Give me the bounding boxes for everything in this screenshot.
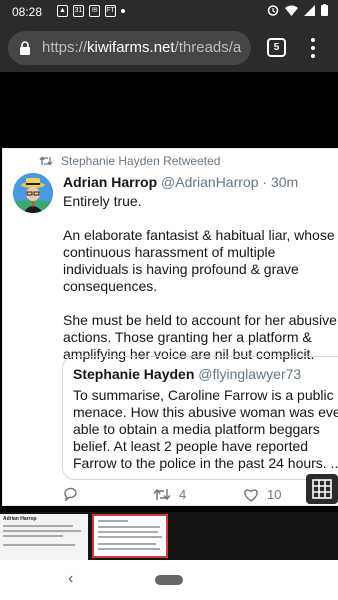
mail-notification-icon: ✉	[89, 5, 100, 17]
home-pill[interactable]	[155, 575, 183, 585]
retweet-icon	[39, 156, 53, 166]
calendar-notification-icon: 31	[73, 5, 84, 17]
tweet-time[interactable]: 30m	[271, 174, 298, 190]
quoted-line: belief. At least 2 people have reported	[73, 438, 309, 454]
like-count: 10	[267, 487, 282, 502]
quoted-line: To summarise, Caroline Farrow is a publi…	[73, 387, 334, 403]
quoted-author-handle: @flyinglawyer73	[198, 366, 302, 382]
author-name[interactable]: Adrian Harrop	[63, 174, 157, 190]
tweet-actions: 4 10	[63, 487, 333, 505]
like-button[interactable]: 10	[243, 487, 281, 502]
thumbnail-strip: Adrian Harrop	[0, 512, 338, 560]
alarm-icon	[267, 5, 279, 16]
image-notification-icon: ▲	[57, 5, 68, 17]
retweet-button[interactable]: 4	[153, 487, 186, 502]
ft-notification-icon: FT	[105, 5, 116, 17]
system-navigation-bar: ‹	[0, 560, 338, 600]
url-domain: kiwifarms.net	[87, 39, 175, 56]
thumbnail-profile-name: Adrian Harrop	[3, 516, 37, 522]
author-row: Adrian Harrop @AdrianHarrop · 30m	[63, 174, 298, 190]
more-notifications-dot-icon	[121, 9, 125, 13]
embedded-tweet: Stephanie Hayden Retweeted Adrian Harrop…	[2, 148, 338, 506]
quoted-tweet[interactable]: Stephanie Hayden @flyinglawyer73 To summ…	[62, 356, 338, 480]
retweet-icon	[153, 488, 171, 501]
retweet-header: Stephanie Hayden Retweeted	[39, 154, 220, 168]
heart-icon	[244, 488, 258, 502]
status-bar: 08:28 ▲ 31 ✉ FT	[0, 0, 338, 24]
url-path: /threads/a	[174, 39, 242, 56]
quoted-author-row: Stephanie Hayden @flyinglawyer73	[73, 366, 301, 382]
tab-switcher-button[interactable]: 5	[267, 38, 286, 57]
separator-dot: ·	[262, 174, 268, 190]
signal-icon	[304, 4, 315, 16]
notification-icons: ▲ 31 ✉ FT	[57, 5, 125, 17]
quoted-line: menace. How this abusive woman was ever	[73, 404, 338, 420]
browser-toolbar: https://kiwifarms.net/threads/a 5	[0, 24, 338, 72]
tweet-body: Entirely true. An elaborate fantasist & …	[63, 193, 338, 380]
quoted-line: able to obtain a media platform beggars	[73, 421, 320, 437]
grid-view-button[interactable]	[306, 474, 338, 504]
tweet-paragraph: An elaborate fantasist & habitual liar, …	[63, 227, 335, 294]
avatar[interactable]	[13, 173, 53, 213]
avatar-image	[13, 173, 53, 213]
retweet-count: 4	[179, 487, 187, 502]
url-field[interactable]: https://kiwifarms.net/threads/a	[8, 31, 251, 65]
battery-icon	[321, 4, 328, 16]
clock: 08:28	[12, 5, 43, 19]
system-icons	[267, 4, 328, 16]
reply-button[interactable]	[63, 487, 78, 501]
wifi-icon	[285, 5, 298, 16]
thumbnail-tweet[interactable]	[92, 514, 168, 558]
url-text: https://kiwifarms.net/threads/a	[42, 39, 241, 56]
retweeted-by-label: Stephanie Hayden Retweeted	[61, 154, 221, 168]
menu-kebab-icon[interactable]	[310, 38, 316, 58]
quoted-author-name: Stephanie Hayden	[73, 366, 195, 382]
lock-icon	[20, 41, 30, 55]
quoted-line: Farrow to the police in the past 24 hour…	[73, 455, 338, 471]
back-chevron-icon[interactable]: ‹	[68, 570, 73, 588]
tweet-paragraph: Entirely true.	[63, 193, 142, 209]
thumbnail-profile[interactable]: Adrian Harrop	[0, 514, 88, 560]
author-handle[interactable]: @AdrianHarrop	[161, 174, 258, 190]
quoted-tweet-body: To summarise, Caroline Farrow is a publi…	[73, 387, 338, 472]
url-scheme: https://	[42, 39, 88, 56]
reply-icon	[64, 487, 77, 501]
grid-icon	[312, 479, 332, 499]
